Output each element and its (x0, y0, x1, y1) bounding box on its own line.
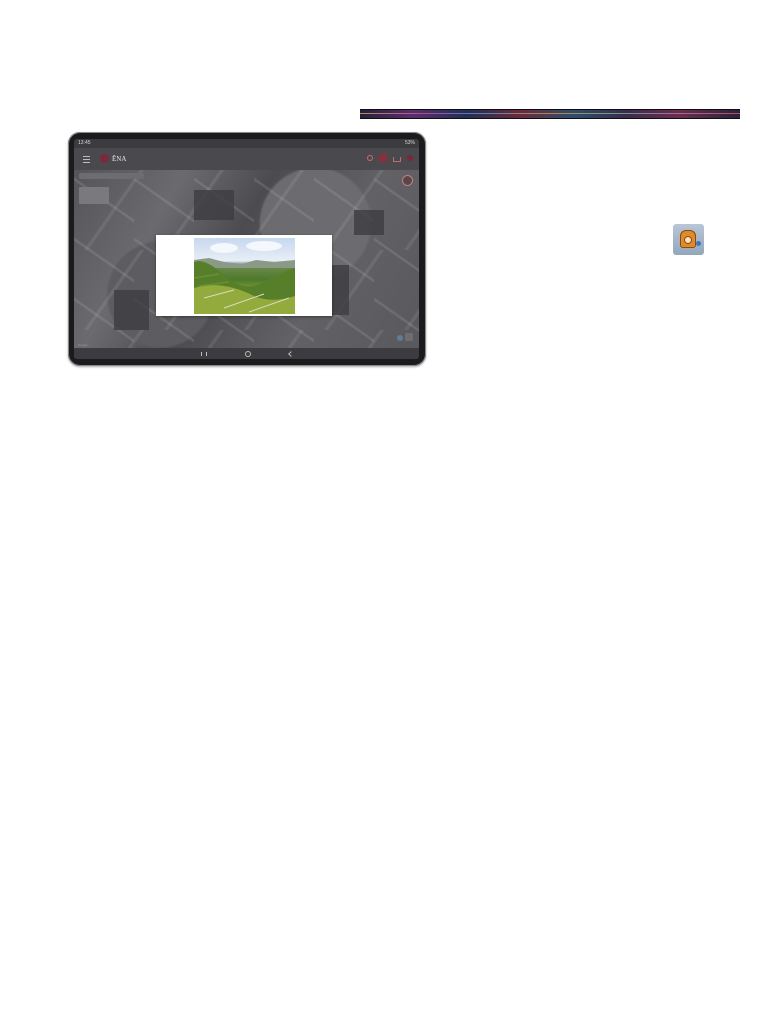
account-icon[interactable] (407, 155, 413, 161)
map-building (354, 210, 384, 235)
status-time: 13:45 (78, 140, 91, 146)
layers-icon[interactable] (405, 333, 413, 341)
locate-icon[interactable] (402, 175, 413, 186)
map-building (194, 190, 234, 220)
map-google-label: Google (78, 343, 88, 347)
toolbar-actions (367, 154, 413, 162)
nav-home-icon[interactable] (244, 350, 251, 357)
satellite-map[interactable]: Google (74, 170, 419, 348)
tablet-screen: 13:45 53% ĒNA Google (74, 139, 419, 359)
vineyard-photo (194, 238, 295, 314)
map-search-chip[interactable] (79, 173, 144, 179)
app-title: ĒNA (112, 155, 127, 163)
share-icon[interactable] (393, 157, 401, 162)
camera-icon[interactable] (379, 154, 387, 162)
map-building (114, 290, 149, 330)
app-logo-icon (100, 154, 109, 163)
tablet-frame: 13:45 53% ĒNA Google (68, 132, 426, 366)
camera-badge-icon (680, 230, 696, 248)
app-bar: ĒNA (74, 148, 419, 171)
nav-recent-icon[interactable] (200, 351, 207, 356)
system-nav-bar (74, 348, 419, 359)
app-launcher-icon[interactable] (673, 224, 704, 255)
header-decorative-bar (360, 109, 740, 119)
search-icon[interactable] (367, 155, 373, 161)
compass-icon[interactable] (397, 335, 403, 341)
vineyard-photo-art (194, 241, 295, 314)
nav-back-icon[interactable] (287, 350, 294, 357)
notification-dot-icon (696, 241, 701, 246)
photo-preview-dialog[interactable] (156, 235, 332, 316)
map-legend-card[interactable] (79, 187, 109, 204)
status-bar: 13:45 53% (74, 139, 419, 148)
menu-icon[interactable] (83, 156, 90, 163)
status-battery: 53% (404, 140, 415, 146)
